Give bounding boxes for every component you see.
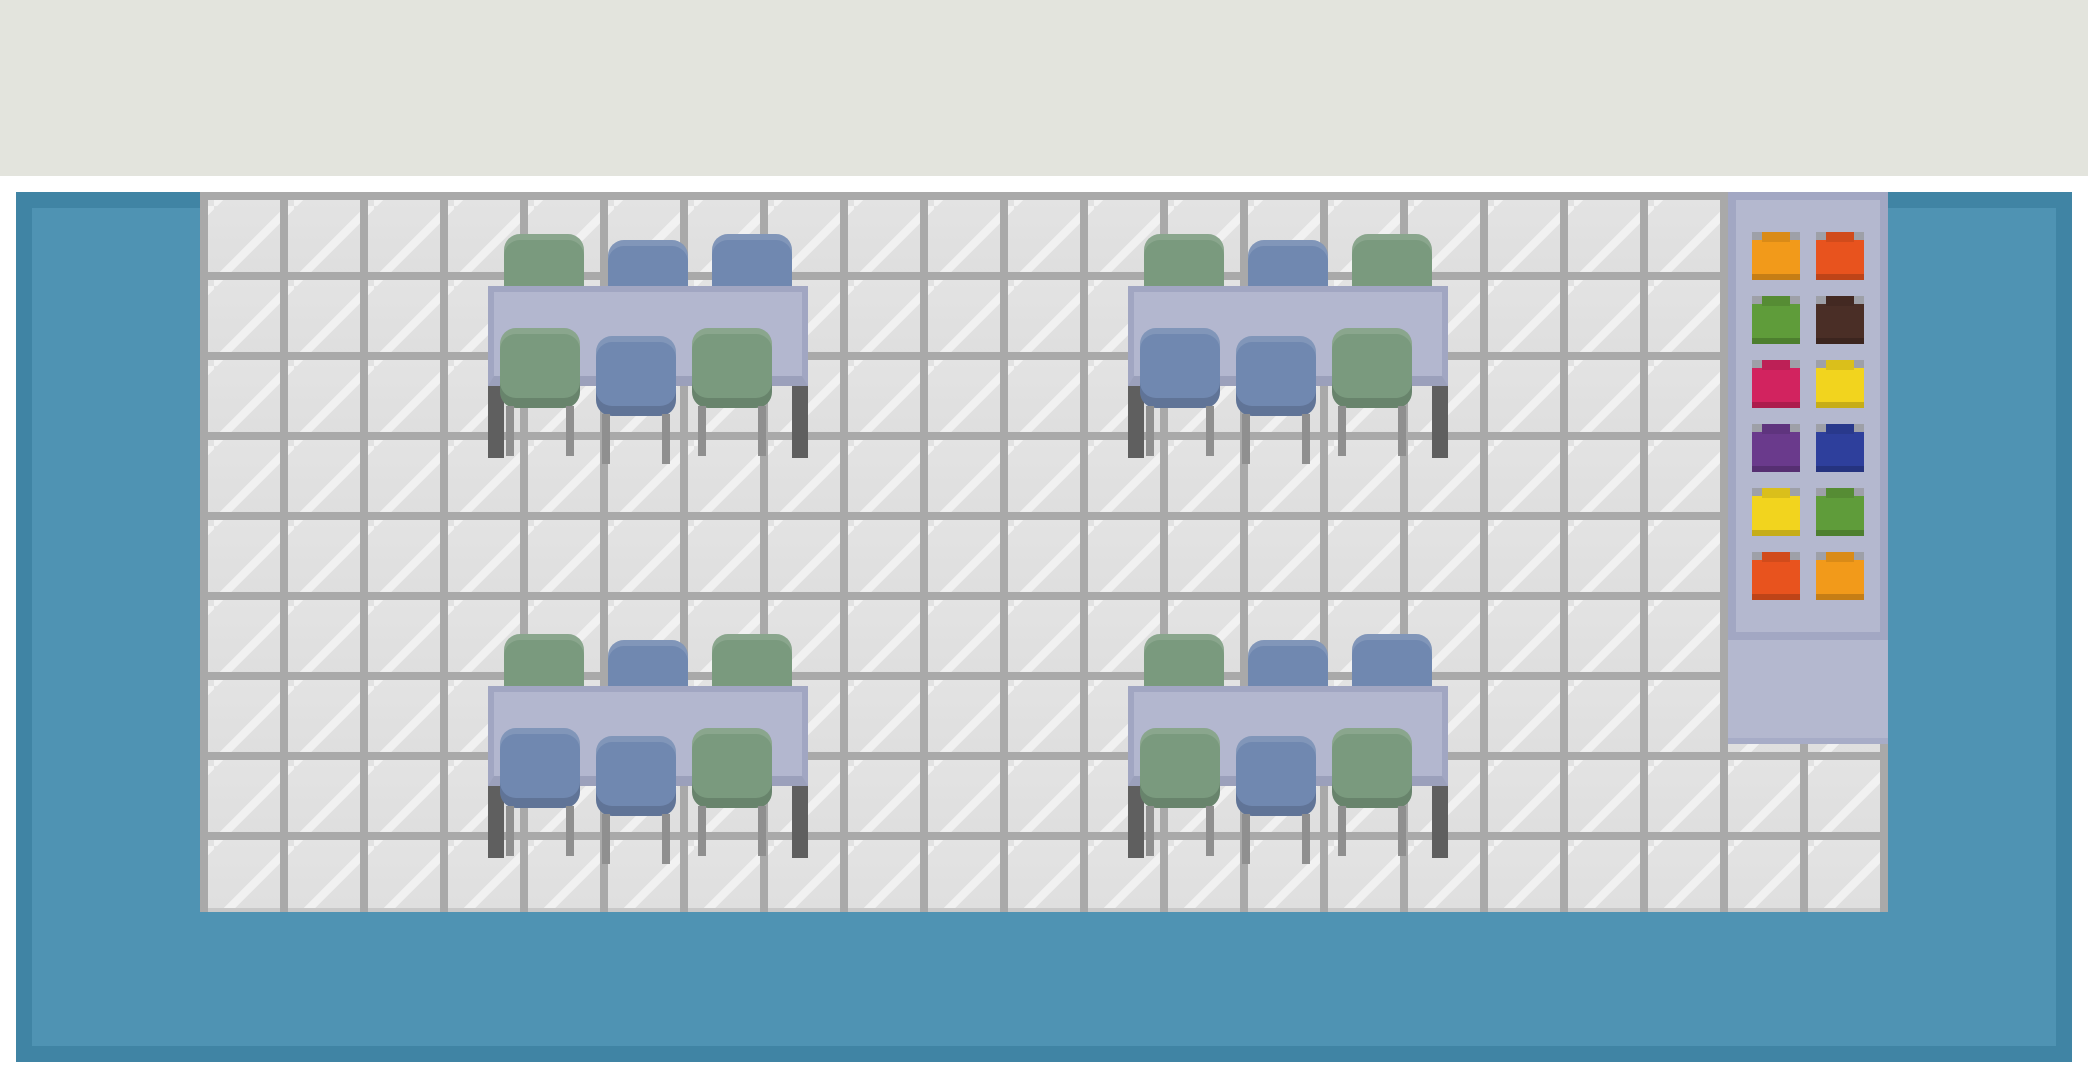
- classroom-floor: [200, 192, 1888, 912]
- chair-front[interactable]: [596, 736, 676, 864]
- chair-front[interactable]: [1332, 328, 1412, 456]
- chair-front[interactable]: [1140, 328, 1220, 456]
- supply-bin[interactable]: [1752, 360, 1800, 408]
- supply-shelf-base: [1728, 640, 1888, 744]
- chair-front[interactable]: [1140, 728, 1220, 856]
- supply-bin[interactable]: [1752, 488, 1800, 536]
- supply-bin[interactable]: [1816, 296, 1864, 344]
- supply-bin[interactable]: [1752, 552, 1800, 600]
- supply-bin[interactable]: [1816, 424, 1864, 472]
- chair-front[interactable]: [500, 728, 580, 856]
- supply-bin[interactable]: [1752, 424, 1800, 472]
- chair-front[interactable]: [1236, 736, 1316, 864]
- supply-bin[interactable]: [1752, 296, 1800, 344]
- chair-front[interactable]: [692, 728, 772, 856]
- supply-bin[interactable]: [1816, 552, 1864, 600]
- top-bar: [0, 0, 2088, 176]
- supply-bin[interactable]: [1816, 488, 1864, 536]
- supply-bin[interactable]: [1816, 360, 1864, 408]
- supply-bin[interactable]: [1752, 232, 1800, 280]
- supply-bin[interactable]: [1816, 232, 1864, 280]
- chair-front[interactable]: [1332, 728, 1412, 856]
- top-bar-divider: [0, 176, 2088, 192]
- chair-front[interactable]: [692, 328, 772, 456]
- chair-front[interactable]: [1236, 336, 1316, 464]
- supply-shelf[interactable]: [1728, 192, 1888, 640]
- chair-front[interactable]: [500, 328, 580, 456]
- chair-front[interactable]: [596, 336, 676, 464]
